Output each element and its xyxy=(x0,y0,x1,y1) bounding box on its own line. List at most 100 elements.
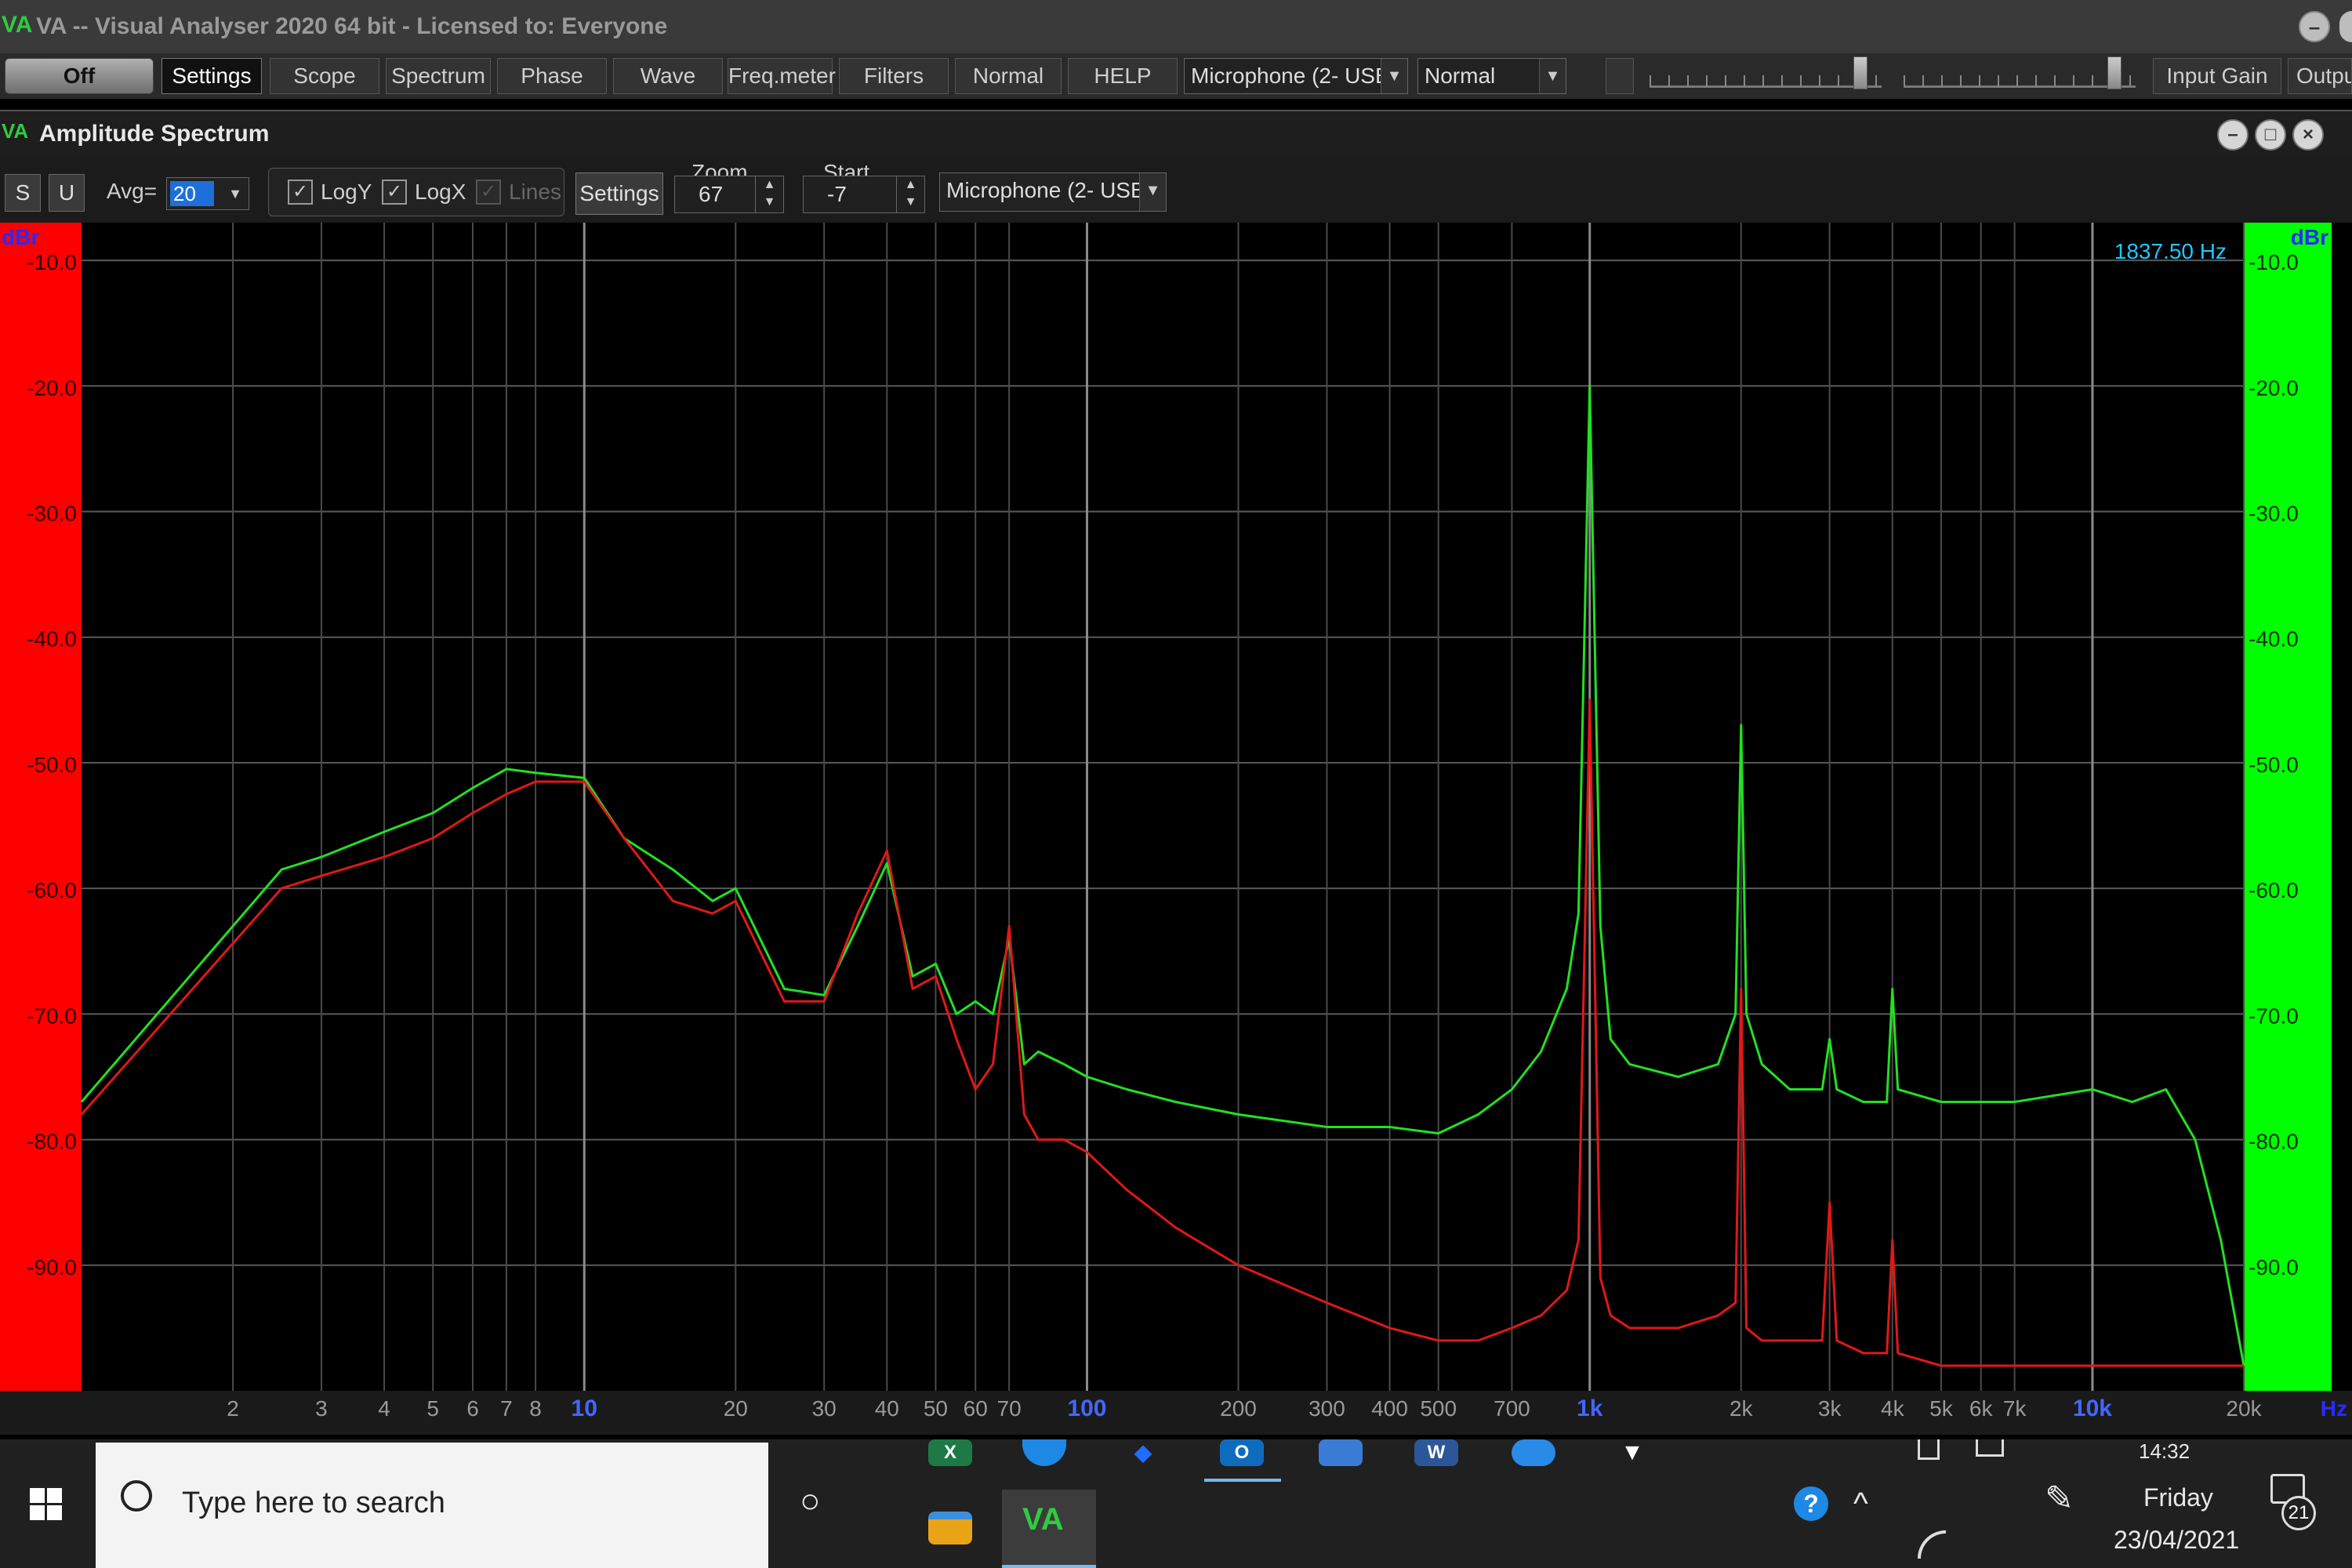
spectrum-button[interactable]: Spectrum xyxy=(386,58,491,94)
logy-label: LogY xyxy=(321,180,372,204)
shield-app-icon[interactable]: ▼ xyxy=(1610,1439,1654,1466)
logy-checkbox[interactable]: ✓ xyxy=(288,180,313,205)
spinner-arrows-icon[interactable]: ▲ ▼ xyxy=(896,176,924,212)
u-button[interactable]: U xyxy=(49,174,85,212)
spectrum-minimize-button[interactable]: – xyxy=(2217,119,2249,151)
off-button[interactable]: Off xyxy=(5,58,154,94)
help-icon[interactable]: ? xyxy=(1794,1486,1828,1521)
x-tick-label: 60 xyxy=(964,1396,988,1421)
va-active-indicator xyxy=(1002,1565,1096,1568)
wifi-icon[interactable] xyxy=(1918,1530,1946,1559)
normal-button[interactable]: Normal xyxy=(955,58,1062,94)
help-button[interactable]: HELP xyxy=(1068,58,1178,94)
x-tick-label: 5 xyxy=(426,1396,439,1421)
x-tick-label: 500 xyxy=(1420,1396,1457,1421)
spectrum-window-title-bar: VA Amplitude Spectrum – □ × xyxy=(0,110,2352,157)
y-tick-label-left: -60.0 xyxy=(27,878,77,902)
x-tick-label: 20 xyxy=(724,1396,748,1421)
word-icon[interactable]: W xyxy=(1414,1439,1458,1466)
spectrum-maximize-button[interactable]: □ xyxy=(2255,119,2286,151)
pen-icon[interactable]: ✎ xyxy=(2045,1479,2074,1519)
amplitude-spectrum-chart[interactable]: -10.0 -10.0 -20.0 -20.0 -30.0 -30.0 -40.0 -40.0… xyxy=(0,223,2352,1435)
chevron-down-icon[interactable]: ▼ xyxy=(1539,59,1566,93)
input-gain-button[interactable]: Input Gain xyxy=(2153,58,2281,94)
avg-value: 20 xyxy=(170,181,214,206)
onedrive-icon[interactable] xyxy=(1512,1439,1555,1466)
y-tick-label-right: -50.0 xyxy=(2249,753,2299,777)
x-tick-label: 40 xyxy=(875,1396,899,1421)
output-button[interactable]: Outpu xyxy=(2288,58,2352,94)
start-value: -7 xyxy=(827,182,847,206)
output-slider-thumb[interactable] xyxy=(2107,56,2122,89)
lines-label: Lines xyxy=(509,180,561,204)
battery-icon[interactable] xyxy=(1976,1439,2004,1457)
zoom-spinner[interactable]: 67 ▲ ▼ xyxy=(674,176,784,213)
file-explorer-icon[interactable] xyxy=(928,1512,972,1544)
meet-now-icon[interactable] xyxy=(1918,1439,1940,1460)
chevron-down-icon[interactable]: ▼ xyxy=(1381,59,1407,93)
dropbox-icon[interactable]: ◆ xyxy=(1121,1439,1165,1466)
cortana-icon[interactable]: ○ xyxy=(800,1482,821,1521)
lines-checkbox[interactable]: ✓ xyxy=(476,180,501,205)
chevron-down-icon[interactable]: ▼ xyxy=(1139,173,1166,211)
x-tick-label: 70 xyxy=(997,1396,1022,1421)
y-tick-label-right: -40.0 xyxy=(2249,627,2299,652)
spectrum-device-value: Microphone (2- USB xyxy=(946,178,1145,202)
settings-button[interactable]: Settings xyxy=(162,58,262,94)
cursor-frequency-readout: 1837.50 Hz xyxy=(2114,239,2227,263)
minimize-button[interactable]: – xyxy=(2299,11,2330,42)
main-toolbar: Off Settings Scope Spectrum Phase Wave F… xyxy=(0,53,2352,99)
edge-icon[interactable] xyxy=(1022,1439,1066,1466)
mode-select[interactable]: Normal ▼ xyxy=(1417,58,1566,94)
windows-start-icon[interactable] xyxy=(30,1488,63,1521)
scope-button[interactable]: Scope xyxy=(270,58,379,94)
x-tick-label: 50 xyxy=(924,1396,948,1421)
input-gain-slider-thumb[interactable] xyxy=(1853,56,1868,89)
y-tick-label-left: -90.0 xyxy=(27,1255,77,1279)
app-logo-text: VA xyxy=(2,12,33,38)
outlook-icon[interactable]: O xyxy=(1220,1439,1264,1466)
start-spinner[interactable]: -7 ▲ ▼ xyxy=(803,176,925,213)
y-tick-label-left: -10.0 xyxy=(27,250,77,274)
spinner-arrows-icon[interactable]: ▲ ▼ xyxy=(755,176,783,212)
y-tick-label-right: -10.0 xyxy=(2249,250,2299,274)
clock-day[interactable]: Friday xyxy=(2143,1483,2213,1512)
excel-icon[interactable]: X xyxy=(928,1439,972,1466)
input-gain-slider-ticks xyxy=(1650,75,1882,86)
phase-button[interactable]: Phase xyxy=(497,58,607,94)
spectrum-settings-button[interactable]: Settings xyxy=(575,172,663,215)
x-tick-label: 2k xyxy=(1730,1396,1754,1421)
spectrum-device-select[interactable]: Microphone (2- USB ▼ xyxy=(939,172,1167,212)
taskbar-search-box[interactable]: Type here to search xyxy=(96,1443,768,1568)
filters-button[interactable]: Filters xyxy=(839,58,949,94)
spectrum-close-button[interactable]: × xyxy=(2292,119,2324,151)
chevron-down-icon[interactable]: ▼ xyxy=(222,178,249,209)
avg-select[interactable]: 20 ▼ xyxy=(166,177,249,210)
x-tick-label: 8 xyxy=(529,1396,542,1421)
s-button[interactable]: S xyxy=(5,174,41,212)
x-tick-label: 30 xyxy=(812,1396,837,1421)
output-slider-ticks xyxy=(1904,75,2136,86)
outlook-active-indicator xyxy=(1204,1479,1281,1482)
va-taskbar-button[interactable]: VA xyxy=(1002,1490,1096,1568)
mode-value: Normal xyxy=(1425,64,1496,88)
right-margin xyxy=(2332,223,2352,1391)
mail-icon[interactable] xyxy=(1319,1439,1363,1466)
spectrum-controls-bar: S U Avg= 20 ▼ ✓ LogY ✓ LogX ✓ Lines Sett… xyxy=(0,157,2352,223)
input-device-select[interactable]: Microphone (2- USB ▼ xyxy=(1184,58,1408,94)
va-taskbar-icon: VA xyxy=(1022,1502,1064,1537)
freqmeter-button[interactable]: Freq.meter xyxy=(728,58,836,94)
x-tick-label: 2 xyxy=(227,1396,239,1421)
close-button[interactable] xyxy=(2339,11,2352,42)
toolbar-spacer-button[interactable] xyxy=(1606,58,1634,94)
clock-time: 14:32 xyxy=(2139,1439,2190,1463)
clock-date[interactable]: 23/04/2021 xyxy=(2114,1526,2239,1555)
y-tick-label-right: -80.0 xyxy=(2249,1130,2299,1154)
logx-checkbox[interactable]: ✓ xyxy=(382,180,407,205)
x-tick-label: 3k xyxy=(1818,1396,1842,1421)
zoom-value: 67 xyxy=(699,182,724,206)
chevron-up-icon[interactable]: ^ xyxy=(1853,1486,1868,1522)
wave-button[interactable]: Wave xyxy=(613,58,723,94)
plot-options-group: ✓ LogY ✓ LogX ✓ Lines xyxy=(268,168,564,216)
x-tick-label: 10 xyxy=(572,1396,597,1421)
